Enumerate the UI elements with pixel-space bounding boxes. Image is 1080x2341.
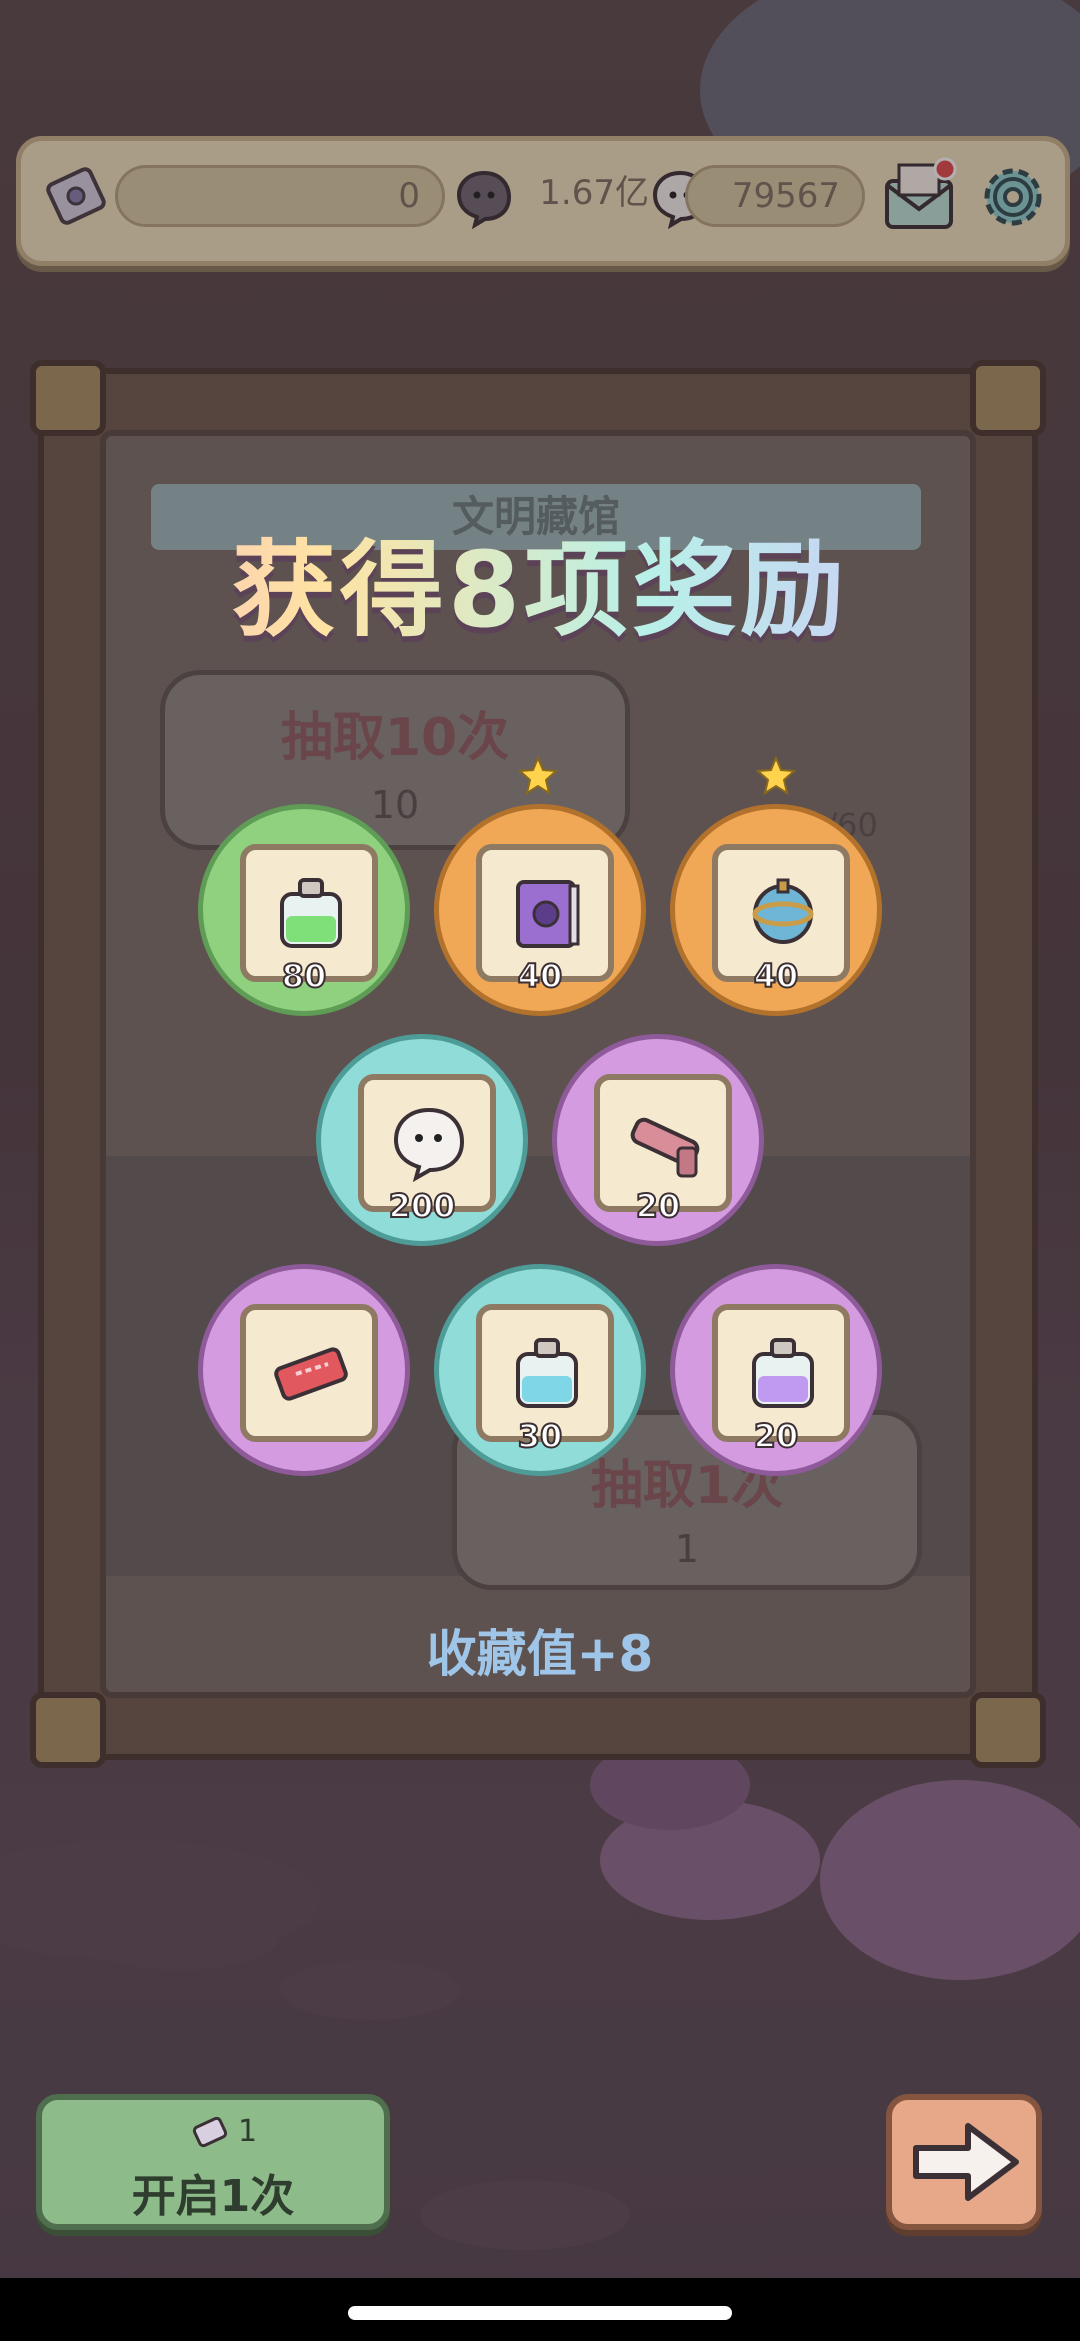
arrow-right-icon (913, 2123, 1019, 2201)
reward-ornate-orb[interactable]: 40 (670, 804, 882, 1016)
white-bubble-icon (393, 1107, 465, 1183)
gold-star-icon (756, 756, 796, 796)
ornate-orb-icon (752, 878, 814, 944)
reward-title: 获得8项奖励 (0, 505, 1080, 656)
open-once-button[interactable]: 1 开启1次 (36, 2094, 390, 2230)
reward-quantity: 40 (517, 956, 564, 996)
reward-quantity: 20 (753, 1416, 800, 1456)
purple-potion-icon (752, 1338, 814, 1408)
reward-card (240, 1304, 378, 1442)
ticket-icon (192, 2116, 228, 2148)
reward-telescope[interactable]: 20 (552, 1034, 764, 1246)
reward-overlay (0, 0, 1080, 2341)
reward-purple-potion[interactable]: 20 (670, 1264, 882, 1476)
reward-quantity: 200 (388, 1186, 457, 1226)
reward-quantity: 20 (635, 1186, 682, 1226)
collection-value: 收藏值+8 (426, 1625, 654, 1683)
blue-potion-icon (516, 1338, 578, 1408)
reward-quantity: 80 (281, 956, 328, 996)
reward-ghost-bubble[interactable]: 200 (316, 1034, 528, 1246)
next-button[interactable] (886, 2094, 1042, 2230)
gold-star-icon (518, 756, 558, 796)
reward-green-potion[interactable]: 80 (198, 804, 410, 1016)
open-cost: 1 (238, 2114, 258, 2149)
open-once-label: 开启1次 (131, 2171, 295, 2222)
home-indicator[interactable] (348, 2306, 732, 2320)
magic-book-icon (516, 880, 580, 948)
green-potion-icon (280, 878, 342, 948)
reward-quantity: 40 (753, 956, 800, 996)
telescope-icon (630, 1117, 700, 1178)
reward-magic-book[interactable]: 40 (434, 804, 646, 1016)
reward-quantity: 30 (517, 1416, 564, 1456)
ticket-icon (274, 1347, 348, 1401)
reward-blue-potion[interactable]: 30 (434, 1264, 646, 1476)
game-scene: 0 1.67亿 79567 文明藏馆 0/60 (0, 0, 1080, 2341)
reward-ticket[interactable] (198, 1264, 410, 1476)
